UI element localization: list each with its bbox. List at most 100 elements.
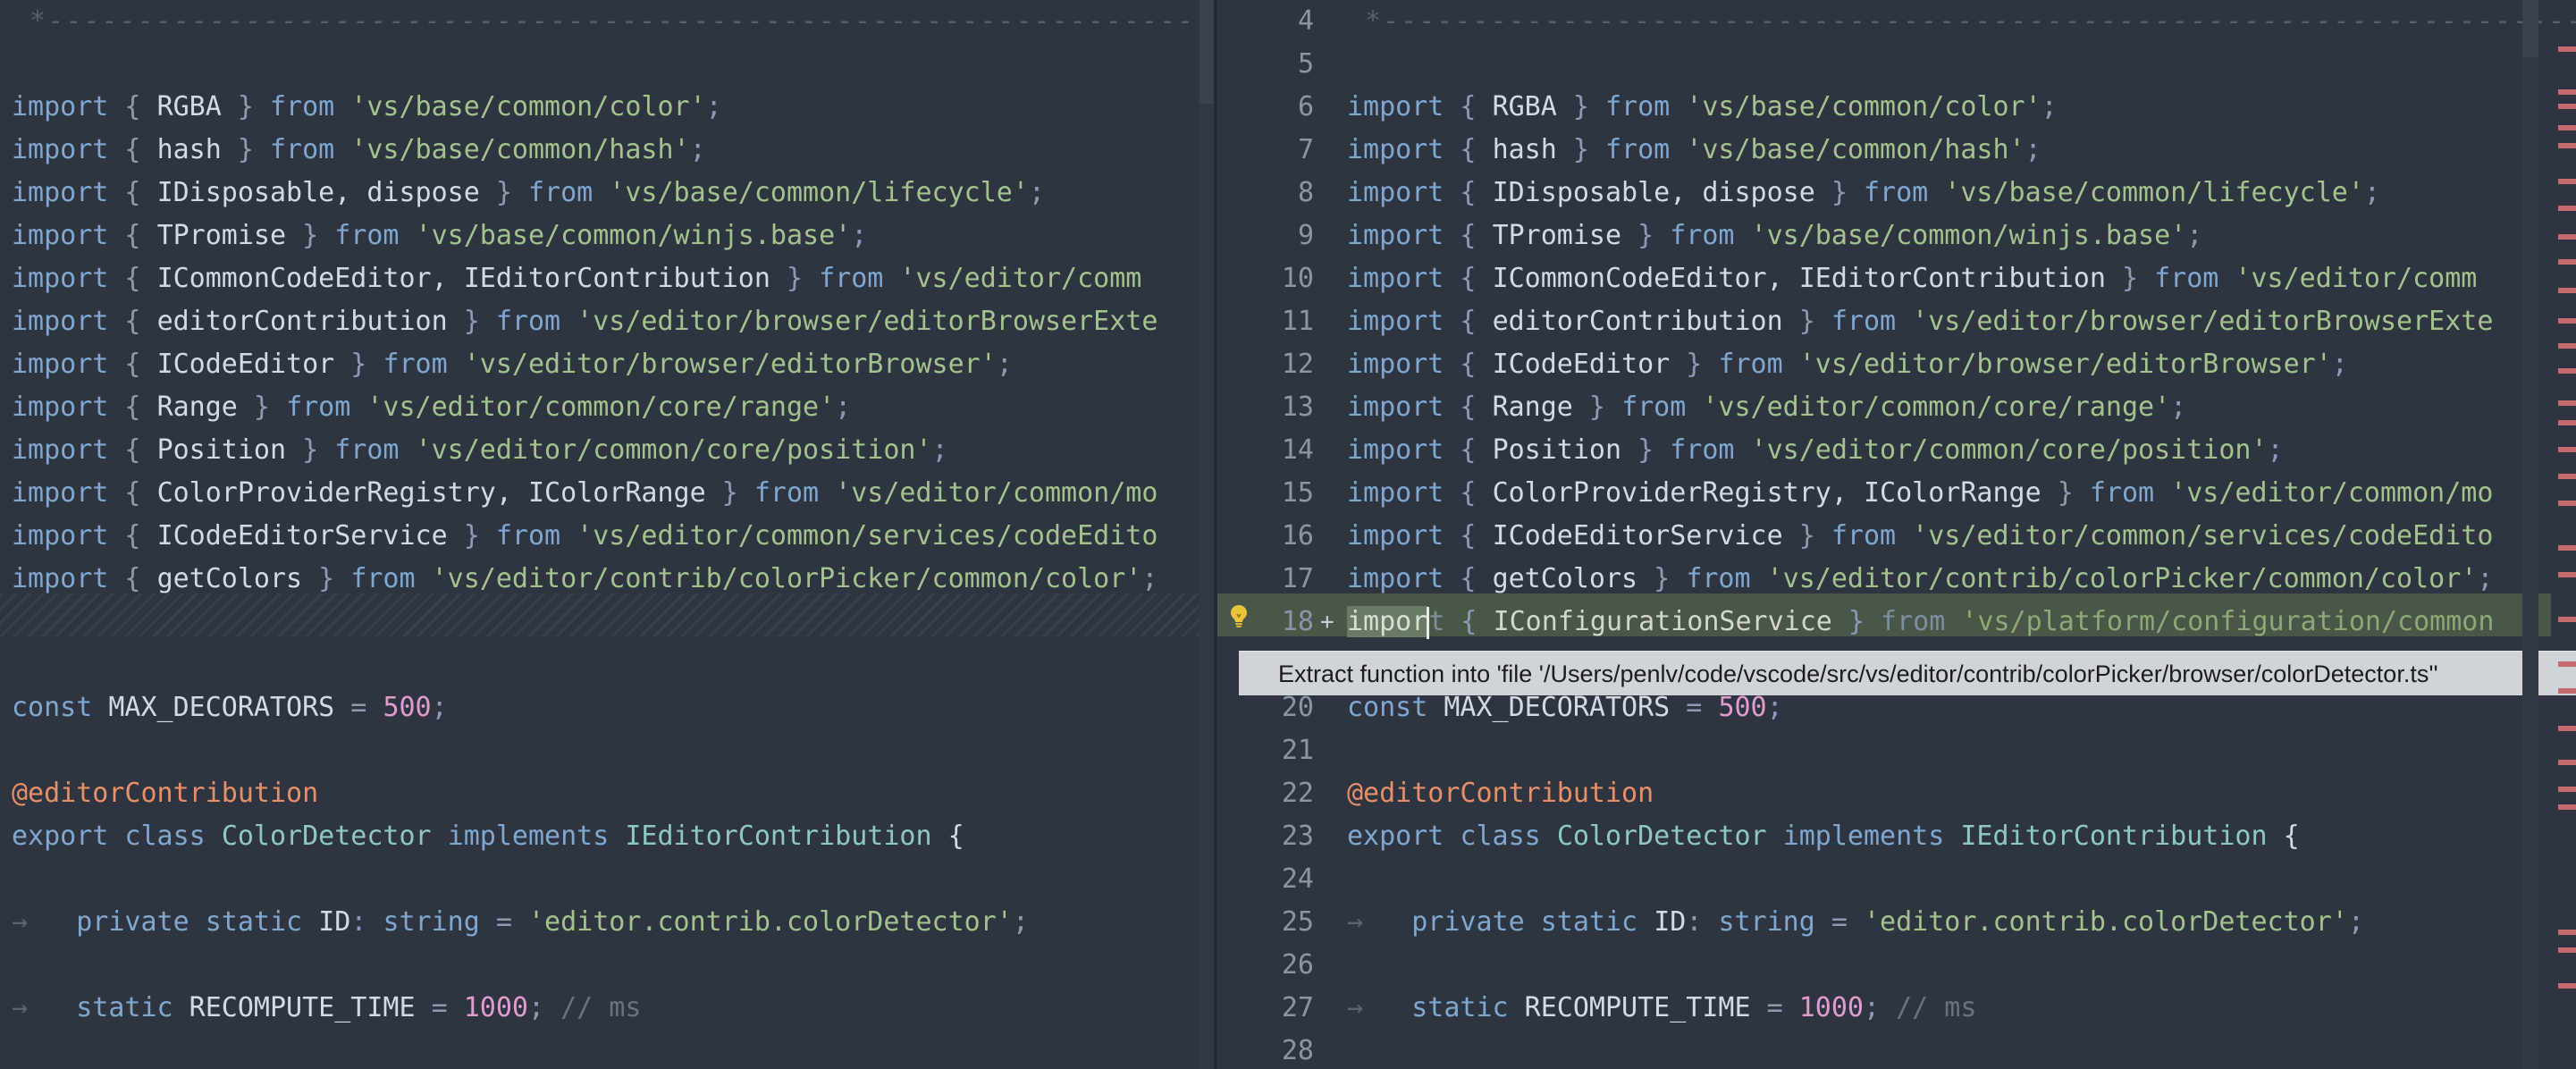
import-names: IDisposable, dispose [1492,177,1815,208]
string-literal: 'vs/base/common/color' [350,91,706,122]
punctuation: ; [689,134,706,165]
punctuation: ; [2363,177,2380,208]
punctuation: } [286,220,335,251]
keyword: from [334,434,400,466]
keyword: from [1605,134,1671,165]
punctuation: { [1444,434,1493,466]
code-line[interactable] [0,944,1200,987]
code-line[interactable] [0,43,1200,86]
keyword: from [819,263,884,294]
code-line[interactable]: 24 [1217,858,2522,901]
code-line[interactable]: 5 [1217,43,2522,86]
code-line[interactable] [0,729,1200,772]
line-number: 23 [1281,821,1314,852]
code-line[interactable]: → static RECOMPUTE_TIME = 1000; // ms [0,987,1200,1030]
punctuation: } [1556,134,1605,165]
code-line[interactable]: 21 [1217,729,2522,772]
code-line[interactable]: 22 @editorContribution [1217,772,2522,815]
code-line[interactable]: import { editorContribution } from 'vs/e… [0,300,1200,343]
code-line[interactable]: import { RGBA } from 'vs/base/common/col… [0,86,1200,129]
code-line[interactable]: import { Position } from 'vs/editor/comm… [0,429,1200,472]
code-line[interactable]: 15 import { ColorProviderRegistry, IColor… [1217,472,2522,515]
code-line[interactable]: import { hash } from 'vs/base/common/has… [0,129,1200,172]
code-line[interactable]: 27 → static RECOMPUTE_TIME = 1000; // ms [1217,987,2522,1030]
import-names: ColorProviderRegistry, IColorRange [1492,477,2041,509]
code-text: import { IDisposable, dispose } from 'vs… [1347,172,2380,215]
code-line[interactable]: 11 import { editorContribution } from 'vs… [1217,300,2522,343]
line-number: 12 [1281,349,1314,380]
keyword: from [1670,434,1735,466]
right-scrollbar-thumb[interactable] [2522,0,2538,57]
code-line[interactable]: 25 → private static ID: string = 'editor.… [1217,901,2522,944]
keyword: from [495,520,561,551]
left-scrollbar-thumb[interactable] [1200,0,1214,104]
code-line[interactable]: 18 + import { IConfigurationService } from… [1217,601,2522,644]
code-line[interactable]: *---------------------------------------… [0,0,1216,43]
keyword: t [1428,606,1445,637]
line-number: 18 [1281,606,1314,637]
punctuation: ; [705,91,722,122]
code-line[interactable]: 28 [1217,1030,2522,1069]
code-line[interactable]: import { ICodeEditor } from 'vs/editor/b… [0,343,1200,386]
code-line[interactable] [0,858,1200,901]
left-editor-pane[interactable]: *---------------------------------------… [0,0,1216,1069]
code-text: import { Position } from 'vs/editor/comm… [12,429,948,472]
code-line[interactable]: 9 import { TPromise } from 'vs/base/commo… [1217,215,2522,257]
code-text: import { Position } from 'vs/editor/comm… [1347,429,2284,472]
right-editor-pane[interactable]: 4 *-------------------------------------… [1217,0,2576,1069]
code-action-tooltip[interactable]: Extract function into 'file '/Users/penl… [1239,651,2576,695]
code-line[interactable]: const MAX_DECORATORS = 500; [0,686,1200,729]
left-vertical-scrollbar[interactable] [1200,0,1214,1069]
code-line[interactable]: 8 import { IDisposable, dispose } from 'v… [1217,172,2522,215]
operator: = [334,692,383,723]
overview-ruler[interactable] [2555,0,2576,1069]
code-line[interactable]: import { ColorProviderRegistry, IColorRa… [0,472,1200,515]
code-text: → private static ID: string = 'editor.co… [12,901,1029,944]
right-vertical-scrollbar[interactable] [2522,0,2538,1069]
operator: = [1750,992,1799,1023]
punctuation: { [1444,477,1493,509]
code-line[interactable]: import { ICommonCodeEditor, IEditorContr… [0,257,1200,300]
code-text: import { ICodeEditor } from 'vs/editor/b… [12,343,1013,386]
punctuation: ; [1141,563,1158,594]
class-name: ColorDetector [1556,821,1767,852]
code-line[interactable]: 13 import { Range } from 'vs/editor/commo… [1217,386,2522,429]
code-text: import { ColorProviderRegistry, IColorRa… [1347,472,2493,515]
keyword: import [1347,263,1444,294]
code-line[interactable] [0,601,1200,644]
code-line[interactable]: import { Range } from 'vs/editor/common/… [0,386,1200,429]
punctuation: ; [2477,563,2494,594]
line-number: 11 [1281,306,1314,337]
keyword: static [1540,906,1638,938]
code-line[interactable]: export class ColorDetector implements IE… [0,815,1200,858]
code-line[interactable]: 7 import { hash } from 'vs/base/common/ha… [1217,129,2522,172]
plus-icon: + [1320,609,1334,636]
code-line[interactable]: import { getColors } from 'vs/editor/con… [0,558,1200,601]
code-line[interactable]: 10 import { ICommonCodeEditor, IEditorCon… [1217,257,2522,300]
code-line[interactable]: import { TPromise } from 'vs/base/common… [0,215,1200,257]
code-line[interactable]: 4 *-------------------------------------… [1217,0,2576,43]
code-line[interactable]: import { IDisposable, dispose } from 'vs… [0,172,1200,215]
code-line[interactable]: 12 import { ICodeEditor } from 'vs/editor… [1217,343,2522,386]
code-line[interactable]: @editorContribution [0,772,1200,815]
line-number: 21 [1281,735,1314,766]
code-line[interactable]: 14 import { Position } from 'vs/editor/co… [1217,429,2522,472]
string-literal: 'vs/editor/contrib/colorPicker/common/co… [1766,563,2478,594]
number-literal: 1000 [1798,992,1864,1023]
import-names: TPromise [156,220,287,251]
code-line[interactable]: 16 import { ICodeEditorService } from 'vs… [1217,515,2522,558]
code-line[interactable]: 6 import { RGBA } from 'vs/base/common/co… [1217,86,2522,129]
code-line[interactable] [0,644,1200,686]
line-number: 7 [1297,134,1314,165]
code-line[interactable]: import { ICodeEditorService } from 'vs/e… [0,515,1200,558]
keyword: from [495,306,561,337]
code-line[interactable]: 23 export class ColorDetector implements … [1217,815,2522,858]
code-line[interactable]: 26 [1217,944,2522,987]
code-line[interactable]: → private static ID: string = 'editor.co… [0,901,1200,944]
code-text: import { ICommonCodeEditor, IEditorContr… [12,257,1141,300]
code-line[interactable]: 17 import { getColors } from 'vs/editor/c… [1217,558,2522,601]
